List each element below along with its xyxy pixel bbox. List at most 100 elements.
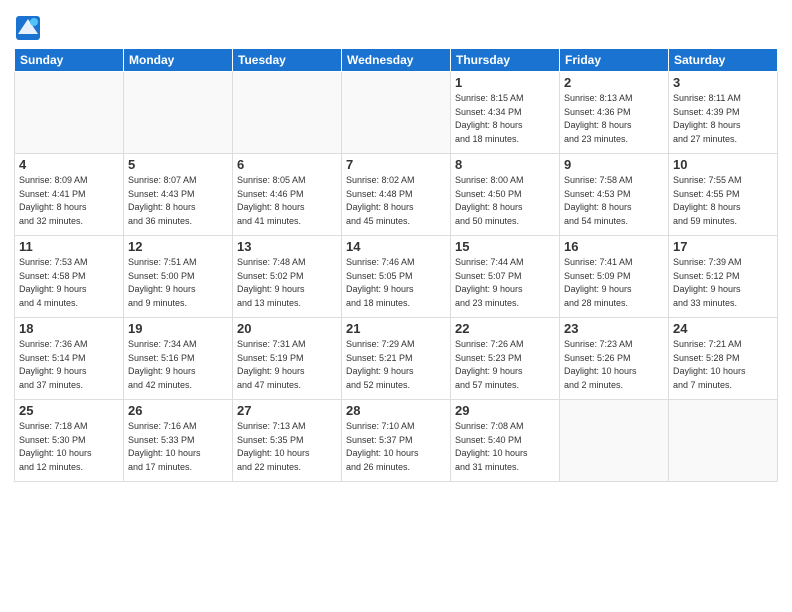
calendar-cell: 7 Sunrise: 8:02 AM Sunset: 4:48 PM Daylig…: [342, 154, 451, 236]
day-detail: Sunrise: 8:02 AM Sunset: 4:48 PM Dayligh…: [346, 174, 446, 228]
day-detail: Sunrise: 8:00 AM Sunset: 4:50 PM Dayligh…: [455, 174, 555, 228]
day-detail: Sunrise: 7:58 AM Sunset: 4:53 PM Dayligh…: [564, 174, 664, 228]
day-number: 4: [19, 157, 119, 172]
day-number: 18: [19, 321, 119, 336]
day-detail: Sunrise: 7:26 AM Sunset: 5:23 PM Dayligh…: [455, 338, 555, 392]
calendar-cell: 1 Sunrise: 8:15 AM Sunset: 4:34 PM Daylig…: [451, 72, 560, 154]
day-number: 26: [128, 403, 228, 418]
calendar-cell: 3 Sunrise: 8:11 AM Sunset: 4:39 PM Daylig…: [669, 72, 778, 154]
calendar-cell: [342, 72, 451, 154]
day-number: 16: [564, 239, 664, 254]
calendar-cell: [560, 400, 669, 482]
weekday-header-friday: Friday: [560, 49, 669, 72]
day-detail: Sunrise: 7:10 AM Sunset: 5:37 PM Dayligh…: [346, 420, 446, 474]
calendar-cell: 14Sunrise: 7:46 AM Sunset: 5:05 PM Dayli…: [342, 236, 451, 318]
calendar-cell: 26 Sunrise: 7:16 AM Sunset: 5:33 PM Dayli…: [124, 400, 233, 482]
weekday-header-monday: Monday: [124, 49, 233, 72]
day-number: 25: [19, 403, 119, 418]
day-detail: Sunrise: 7:44 AM Sunset: 5:07 PM Dayligh…: [455, 256, 555, 310]
calendar-cell: 27 Sunrise: 7:13 AM Sunset: 5:35 PM Dayli…: [233, 400, 342, 482]
calendar-cell: [124, 72, 233, 154]
day-number: 24: [673, 321, 773, 336]
calendar-week-row: 4 Sunrise: 8:09 AM Sunset: 4:41 PM Daylig…: [15, 154, 778, 236]
day-detail: Sunrise: 7:21 AM Sunset: 5:28 PM Dayligh…: [673, 338, 773, 392]
calendar-cell: 22 Sunrise: 7:26 AM Sunset: 5:23 PM Dayli…: [451, 318, 560, 400]
day-detail: Sunrise: 8:09 AM Sunset: 4:41 PM Dayligh…: [19, 174, 119, 228]
day-detail: Sunrise: 7:13 AM Sunset: 5:35 PM Dayligh…: [237, 420, 337, 474]
day-detail: Sunrise: 7:51 AM Sunset: 5:00 PM Dayligh…: [128, 256, 228, 310]
day-detail: Sunrise: 7:16 AM Sunset: 5:33 PM Dayligh…: [128, 420, 228, 474]
day-detail: Sunrise: 8:11 AM Sunset: 4:39 PM Dayligh…: [673, 92, 773, 146]
day-number: 10: [673, 157, 773, 172]
weekday-header-saturday: Saturday: [669, 49, 778, 72]
day-detail: Sunrise: 8:13 AM Sunset: 4:36 PM Dayligh…: [564, 92, 664, 146]
day-number: 19: [128, 321, 228, 336]
calendar-cell: [15, 72, 124, 154]
calendar-cell: 18Sunrise: 7:36 AM Sunset: 5:14 PM Dayli…: [15, 318, 124, 400]
day-detail: Sunrise: 7:41 AM Sunset: 5:09 PM Dayligh…: [564, 256, 664, 310]
day-number: 3: [673, 75, 773, 90]
calendar-week-row: 18Sunrise: 7:36 AM Sunset: 5:14 PM Dayli…: [15, 318, 778, 400]
day-detail: Sunrise: 7:18 AM Sunset: 5:30 PM Dayligh…: [19, 420, 119, 474]
day-detail: Sunrise: 8:07 AM Sunset: 4:43 PM Dayligh…: [128, 174, 228, 228]
day-detail: Sunrise: 7:29 AM Sunset: 5:21 PM Dayligh…: [346, 338, 446, 392]
day-number: 22: [455, 321, 555, 336]
day-number: 7: [346, 157, 446, 172]
calendar-cell: 17 Sunrise: 7:39 AM Sunset: 5:12 PM Dayli…: [669, 236, 778, 318]
calendar-cell: 19 Sunrise: 7:34 AM Sunset: 5:16 PM Dayli…: [124, 318, 233, 400]
calendar-cell: 2 Sunrise: 8:13 AM Sunset: 4:36 PM Daylig…: [560, 72, 669, 154]
calendar-cell: 29Sunrise: 7:08 AM Sunset: 5:40 PM Dayli…: [451, 400, 560, 482]
day-detail: Sunrise: 8:05 AM Sunset: 4:46 PM Dayligh…: [237, 174, 337, 228]
calendar-table: SundayMondayTuesdayWednesdayThursdayFrid…: [14, 48, 778, 482]
calendar-cell: 12 Sunrise: 7:51 AM Sunset: 5:00 PM Dayli…: [124, 236, 233, 318]
calendar-cell: 20 Sunrise: 7:31 AM Sunset: 5:19 PM Dayli…: [233, 318, 342, 400]
calendar-header-row: SundayMondayTuesdayWednesdayThursdayFrid…: [15, 49, 778, 72]
calendar-cell: 10 Sunrise: 7:55 AM Sunset: 4:55 PM Dayli…: [669, 154, 778, 236]
calendar-cell: 13Sunrise: 7:48 AM Sunset: 5:02 PM Dayli…: [233, 236, 342, 318]
day-number: 12: [128, 239, 228, 254]
day-number: 11: [19, 239, 119, 254]
page: SundayMondayTuesdayWednesdayThursdayFrid…: [0, 0, 792, 612]
day-number: 1: [455, 75, 555, 90]
calendar-cell: 9 Sunrise: 7:58 AM Sunset: 4:53 PM Daylig…: [560, 154, 669, 236]
calendar-cell: 25 Sunrise: 7:18 AM Sunset: 5:30 PM Dayli…: [15, 400, 124, 482]
calendar-cell: 15 Sunrise: 7:44 AM Sunset: 5:07 PM Dayli…: [451, 236, 560, 318]
day-detail: Sunrise: 7:23 AM Sunset: 5:26 PM Dayligh…: [564, 338, 664, 392]
logo-icon: [14, 14, 42, 42]
weekday-header-thursday: Thursday: [451, 49, 560, 72]
day-number: 21: [346, 321, 446, 336]
calendar-cell: [233, 72, 342, 154]
day-number: 9: [564, 157, 664, 172]
weekday-header-wednesday: Wednesday: [342, 49, 451, 72]
header: [14, 10, 778, 42]
calendar-week-row: 11Sunrise: 7:53 AM Sunset: 4:58 PM Dayli…: [15, 236, 778, 318]
calendar-week-row: 1 Sunrise: 8:15 AM Sunset: 4:34 PM Daylig…: [15, 72, 778, 154]
calendar-cell: 24 Sunrise: 7:21 AM Sunset: 5:28 PM Dayli…: [669, 318, 778, 400]
day-number: 17: [673, 239, 773, 254]
weekday-header-tuesday: Tuesday: [233, 49, 342, 72]
calendar-cell: 21 Sunrise: 7:29 AM Sunset: 5:21 PM Dayli…: [342, 318, 451, 400]
day-number: 15: [455, 239, 555, 254]
day-detail: Sunrise: 8:15 AM Sunset: 4:34 PM Dayligh…: [455, 92, 555, 146]
day-detail: Sunrise: 7:39 AM Sunset: 5:12 PM Dayligh…: [673, 256, 773, 310]
day-number: 2: [564, 75, 664, 90]
calendar-week-row: 25 Sunrise: 7:18 AM Sunset: 5:30 PM Dayli…: [15, 400, 778, 482]
day-number: 28: [346, 403, 446, 418]
day-detail: Sunrise: 7:08 AM Sunset: 5:40 PM Dayligh…: [455, 420, 555, 474]
calendar-cell: 11Sunrise: 7:53 AM Sunset: 4:58 PM Dayli…: [15, 236, 124, 318]
day-detail: Sunrise: 7:34 AM Sunset: 5:16 PM Dayligh…: [128, 338, 228, 392]
day-number: 8: [455, 157, 555, 172]
calendar-cell: 28 Sunrise: 7:10 AM Sunset: 5:37 PM Dayli…: [342, 400, 451, 482]
calendar-cell: 6 Sunrise: 8:05 AM Sunset: 4:46 PM Daylig…: [233, 154, 342, 236]
calendar-cell: 5 Sunrise: 8:07 AM Sunset: 4:43 PM Daylig…: [124, 154, 233, 236]
day-detail: Sunrise: 7:55 AM Sunset: 4:55 PM Dayligh…: [673, 174, 773, 228]
calendar-cell: 16 Sunrise: 7:41 AM Sunset: 5:09 PM Dayli…: [560, 236, 669, 318]
day-number: 5: [128, 157, 228, 172]
day-number: 20: [237, 321, 337, 336]
day-detail: Sunrise: 7:31 AM Sunset: 5:19 PM Dayligh…: [237, 338, 337, 392]
calendar-cell: 23Sunrise: 7:23 AM Sunset: 5:26 PM Dayli…: [560, 318, 669, 400]
day-number: 6: [237, 157, 337, 172]
day-number: 27: [237, 403, 337, 418]
calendar-cell: 4 Sunrise: 8:09 AM Sunset: 4:41 PM Daylig…: [15, 154, 124, 236]
day-number: 13: [237, 239, 337, 254]
